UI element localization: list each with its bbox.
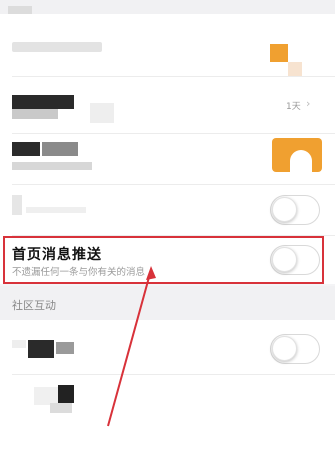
arrow-shaft <box>107 269 152 427</box>
arrow-head <box>146 266 156 280</box>
annotation-arrow <box>107 266 156 427</box>
